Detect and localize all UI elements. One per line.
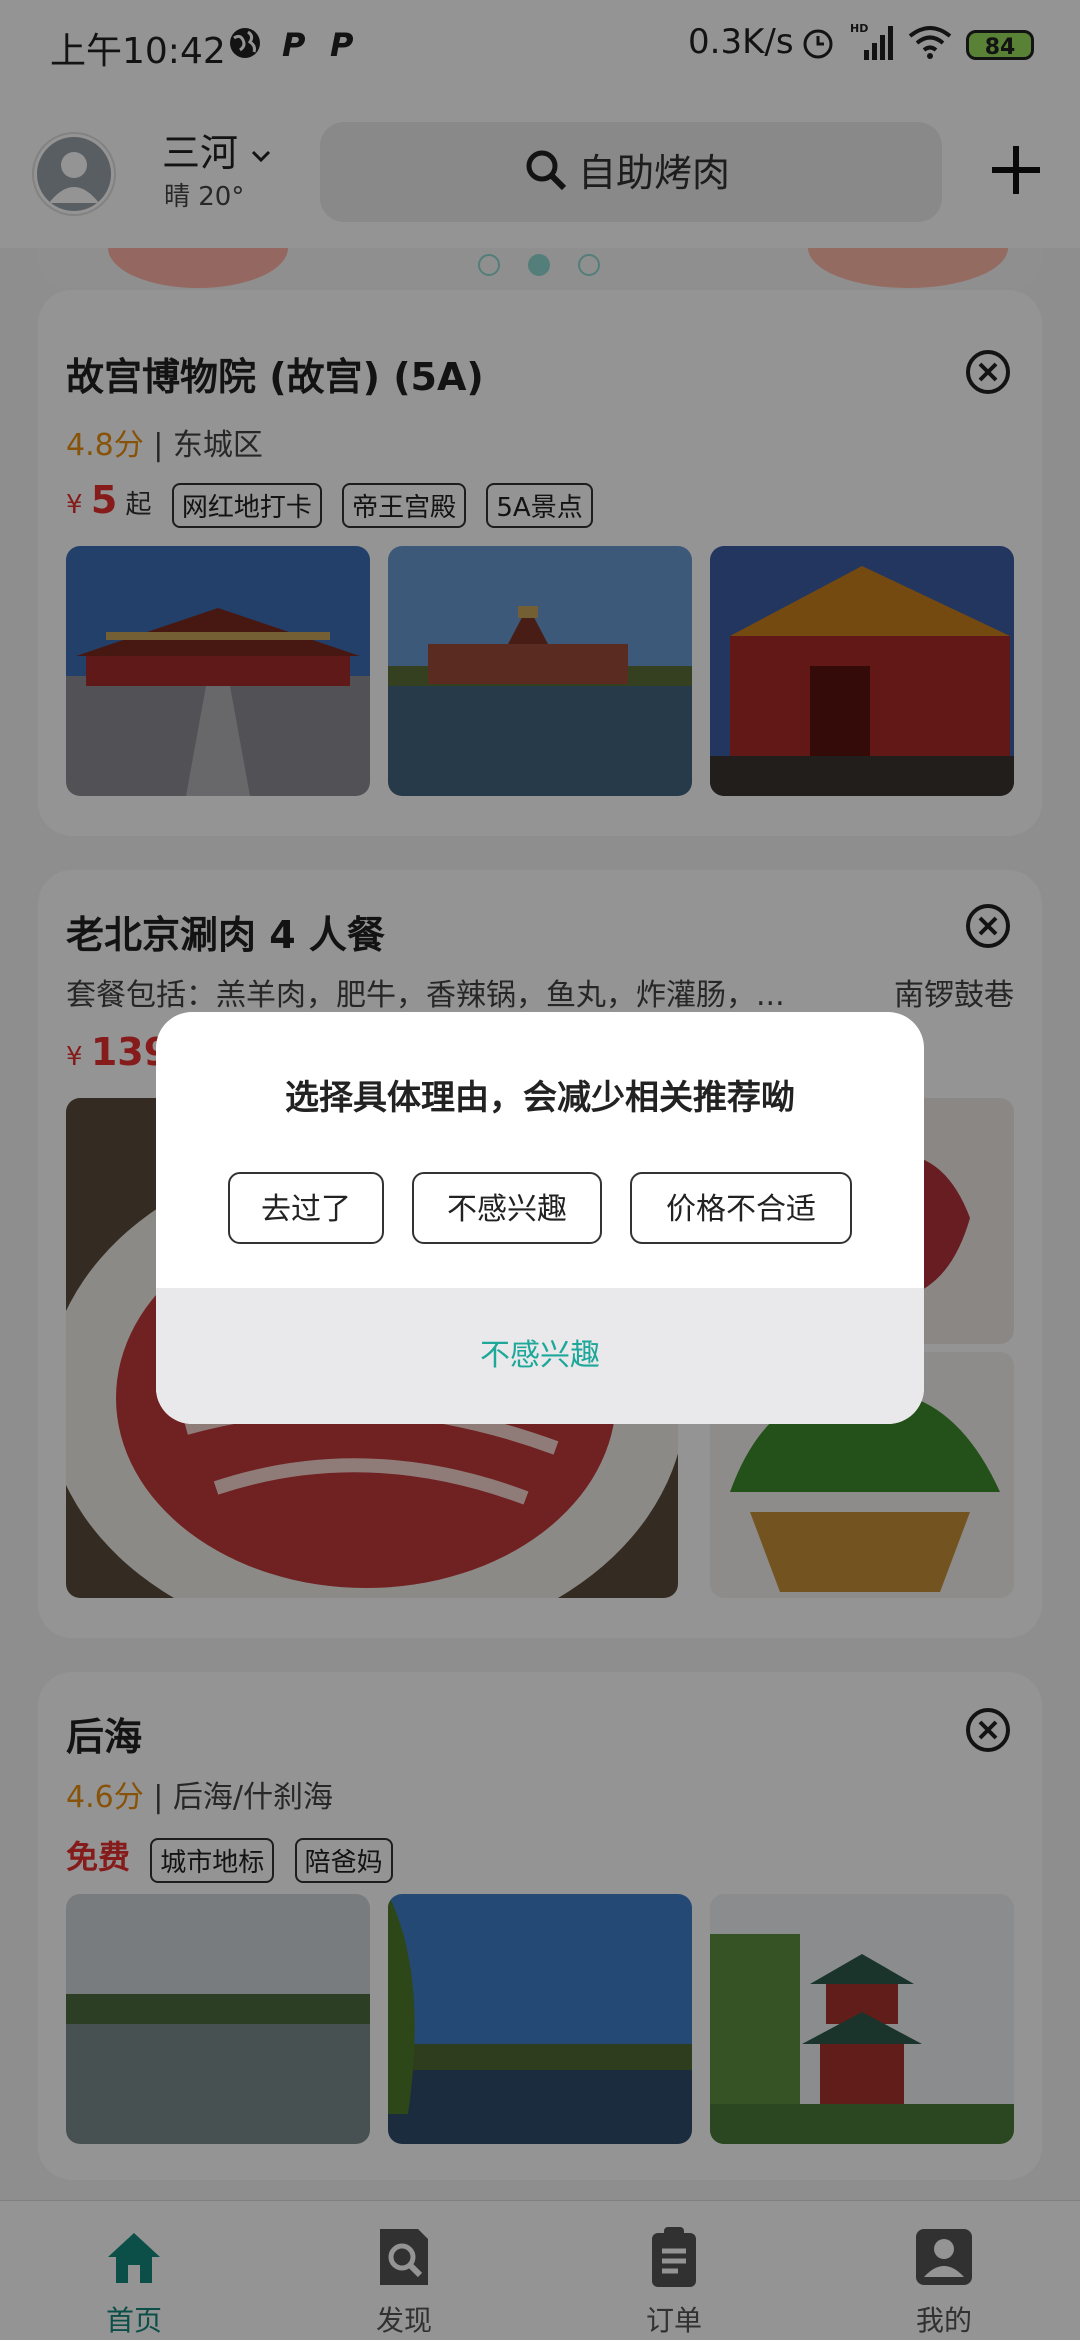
dialog-title: 选择具体理由，会减少相关推荐呦 <box>285 1078 795 1118</box>
reason-visited-button[interactable]: 去过了 <box>228 1172 384 1244</box>
reason-not-interested-button[interactable]: 不感兴趣 <box>412 1172 602 1244</box>
feedback-dialog: 选择具体理由，会减少相关推荐呦 去过了 不感兴趣 价格不合适 不感兴趣 <box>156 1012 924 1424</box>
not-interested-confirm-button[interactable]: 不感兴趣 <box>156 1288 924 1424</box>
reason-price-button[interactable]: 价格不合适 <box>630 1172 852 1244</box>
